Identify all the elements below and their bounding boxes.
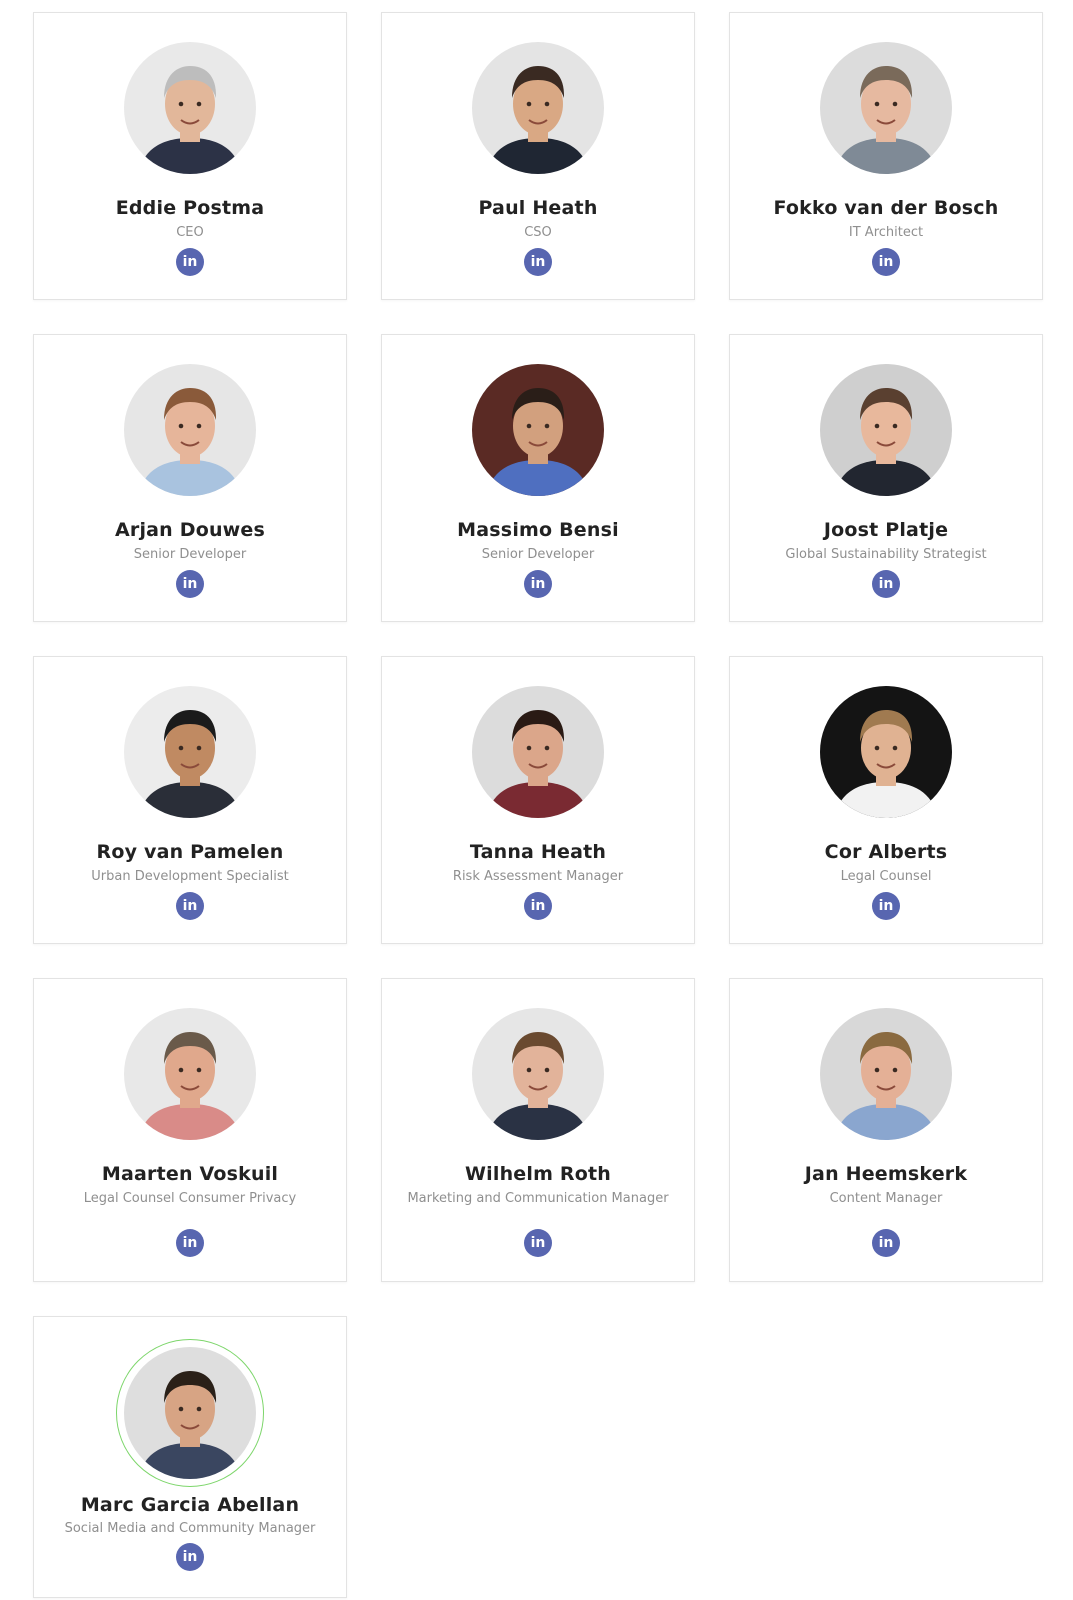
linkedin-icon[interactable]: in: [524, 248, 552, 276]
member-name: Cor Alberts: [824, 841, 948, 863]
team-member-card: Cor Alberts Legal Counsel in: [729, 656, 1043, 944]
linkedin-icon[interactable]: in: [176, 892, 204, 920]
member-role: CEO: [176, 225, 204, 240]
member-name: Marc Garcia Abellan: [80, 1494, 300, 1516]
member-role: Risk Assessment Manager: [452, 869, 624, 884]
avatar: [472, 364, 604, 496]
member-role: Social Media and Community Manager: [64, 1521, 316, 1536]
team-member-card: Roy van Pamelen Urban Development Special…: [33, 656, 347, 944]
member-name: Roy van Pamelen: [96, 841, 284, 863]
avatar: [820, 42, 952, 174]
team-member-card: Marc Garcia Abellan Social Media and Comm…: [33, 1316, 347, 1598]
member-role: Urban Development Specialist: [91, 869, 289, 884]
member-role: Content Manager: [829, 1191, 943, 1206]
member-role: Senior Developer: [481, 547, 595, 562]
team-member-card: Eddie Postma CEO in: [33, 12, 347, 300]
team-member-card: Joost Platje Global Sustainability Strate…: [729, 334, 1043, 622]
linkedin-icon[interactable]: in: [872, 248, 900, 276]
avatar: [116, 1339, 264, 1487]
avatar: [124, 42, 256, 174]
team-member-card: Arjan Douwes Senior Developer in: [33, 334, 347, 622]
member-name: Massimo Bensi: [457, 519, 619, 541]
member-name: Eddie Postma: [115, 197, 265, 219]
team-member-card: Fokko van der Bosch IT Architect in: [729, 12, 1043, 300]
member-name: Joost Platje: [823, 519, 949, 541]
avatar: [472, 42, 604, 174]
team-member-card: Paul Heath CSO in: [381, 12, 695, 300]
team-member-card: Wilhelm Roth Marketing and Communication …: [381, 978, 695, 1282]
linkedin-icon[interactable]: in: [524, 892, 552, 920]
team-member-card: Jan Heemskerk Content Manager in: [729, 978, 1043, 1282]
member-name: Tanna Heath: [469, 841, 607, 863]
member-name: Fokko van der Bosch: [773, 197, 999, 219]
linkedin-icon[interactable]: in: [872, 892, 900, 920]
member-role: CSO: [524, 225, 552, 240]
avatar: [124, 364, 256, 496]
avatar: [124, 686, 256, 818]
member-role: IT Architect: [848, 225, 924, 240]
team-member-card: Tanna Heath Risk Assessment Manager in: [381, 656, 695, 944]
member-role: Marketing and Communication Manager: [407, 1191, 669, 1206]
member-role: Legal Counsel: [840, 869, 932, 884]
avatar: [820, 686, 952, 818]
linkedin-icon[interactable]: in: [872, 1229, 900, 1257]
linkedin-icon[interactable]: in: [524, 570, 552, 598]
linkedin-icon[interactable]: in: [176, 1543, 204, 1571]
member-name: Arjan Douwes: [114, 519, 266, 541]
team-member-card: Massimo Bensi Senior Developer in: [381, 334, 695, 622]
avatar: [820, 364, 952, 496]
linkedin-icon[interactable]: in: [176, 1229, 204, 1257]
member-role: Senior Developer: [133, 547, 247, 562]
member-name: Maarten Voskuil: [101, 1163, 279, 1185]
avatar: [472, 1008, 604, 1140]
avatar: [820, 1008, 952, 1140]
team-member-card: Maarten Voskuil Legal Counsel Consumer Pr…: [33, 978, 347, 1282]
member-name: Wilhelm Roth: [464, 1163, 611, 1185]
team-grid: Eddie Postma CEO in Paul Heath CSO in Fokko va…: [33, 12, 1043, 1598]
linkedin-icon[interactable]: in: [872, 570, 900, 598]
avatar: [472, 686, 604, 818]
linkedin-icon[interactable]: in: [524, 1229, 552, 1257]
member-name: Paul Heath: [478, 197, 598, 219]
linkedin-icon[interactable]: in: [176, 570, 204, 598]
member-name: Jan Heemskerk: [804, 1163, 968, 1185]
avatar: [124, 1008, 256, 1140]
member-role: Global Sustainability Strategist: [785, 547, 987, 562]
linkedin-icon[interactable]: in: [176, 248, 204, 276]
member-role: Legal Counsel Consumer Privacy: [83, 1191, 297, 1206]
